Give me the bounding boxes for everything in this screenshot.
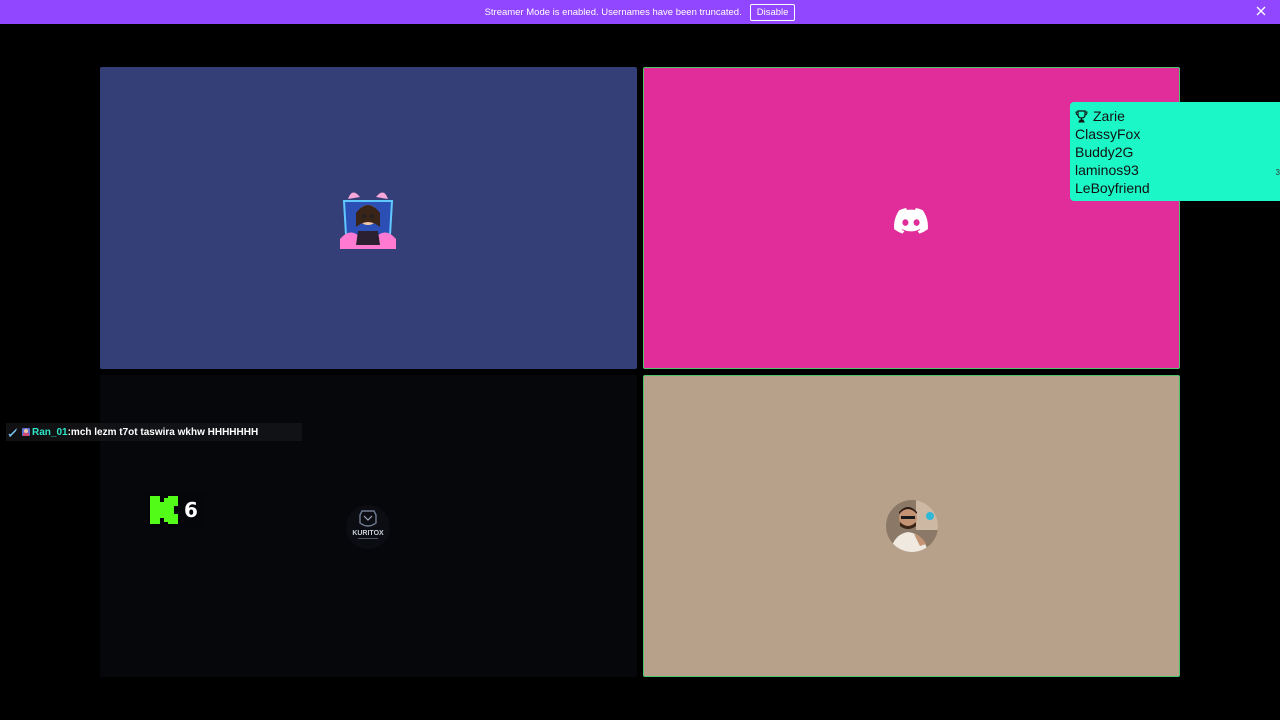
- discord-logo-icon: [894, 208, 928, 234]
- leaderboard-row: Zarie: [1075, 107, 1280, 125]
- sword-badge-icon: [8, 428, 17, 437]
- chat-username[interactable]: Ran_01: [32, 427, 68, 438]
- leaderboard-panel: Zarie ClassyFox Buddy2G laminos93 LeBoyf…: [1070, 102, 1280, 201]
- chat-message: Ran_01 : mch lezm t7ot taswira wkhw HHHH…: [6, 423, 302, 441]
- leaderboard-edge-mark: 3: [1275, 168, 1280, 177]
- leaderboard-entry: Buddy2G: [1075, 144, 1134, 160]
- kuritox-logo: KURITOX: [346, 505, 390, 549]
- kuritox-text: KURITOX: [352, 530, 384, 537]
- streamer-mode-banner: Streamer Mode is enabled. Usernames have…: [0, 0, 1280, 24]
- leaderboard-row: Buddy2G: [1075, 143, 1280, 161]
- video-tile-4[interactable]: [643, 375, 1180, 677]
- leaderboard-row: laminos93: [1075, 161, 1280, 179]
- chat-message-text: mch lezm t7ot taswira wkhw HHHHHHH: [70, 426, 259, 438]
- leaderboard-entry: ClassyFox: [1075, 126, 1141, 142]
- leaderboard-entry: Zarie: [1093, 108, 1125, 124]
- kick-viewer-widget: 6: [146, 491, 206, 529]
- streamer-mode-message: Streamer Mode is enabled. Usernames have…: [484, 6, 742, 18]
- user-avatar: [886, 500, 938, 552]
- subscriber-badge-icon: [22, 428, 30, 436]
- viewer-count: 6: [184, 498, 198, 522]
- leaderboard-row: ClassyFox: [1075, 125, 1280, 143]
- disable-streamer-mode-button[interactable]: Disable: [749, 3, 796, 21]
- leaderboard-row: LeBoyfriend: [1075, 179, 1280, 197]
- anime-avatar: [338, 187, 398, 249]
- kick-logo-icon: [150, 496, 178, 524]
- leaderboard-entry: LeBoyfriend: [1075, 180, 1150, 196]
- trophy-icon: [1075, 109, 1088, 122]
- video-tile-1[interactable]: [100, 67, 637, 369]
- close-icon[interactable]: [1254, 4, 1268, 18]
- leaderboard-entry: laminos93: [1075, 162, 1139, 178]
